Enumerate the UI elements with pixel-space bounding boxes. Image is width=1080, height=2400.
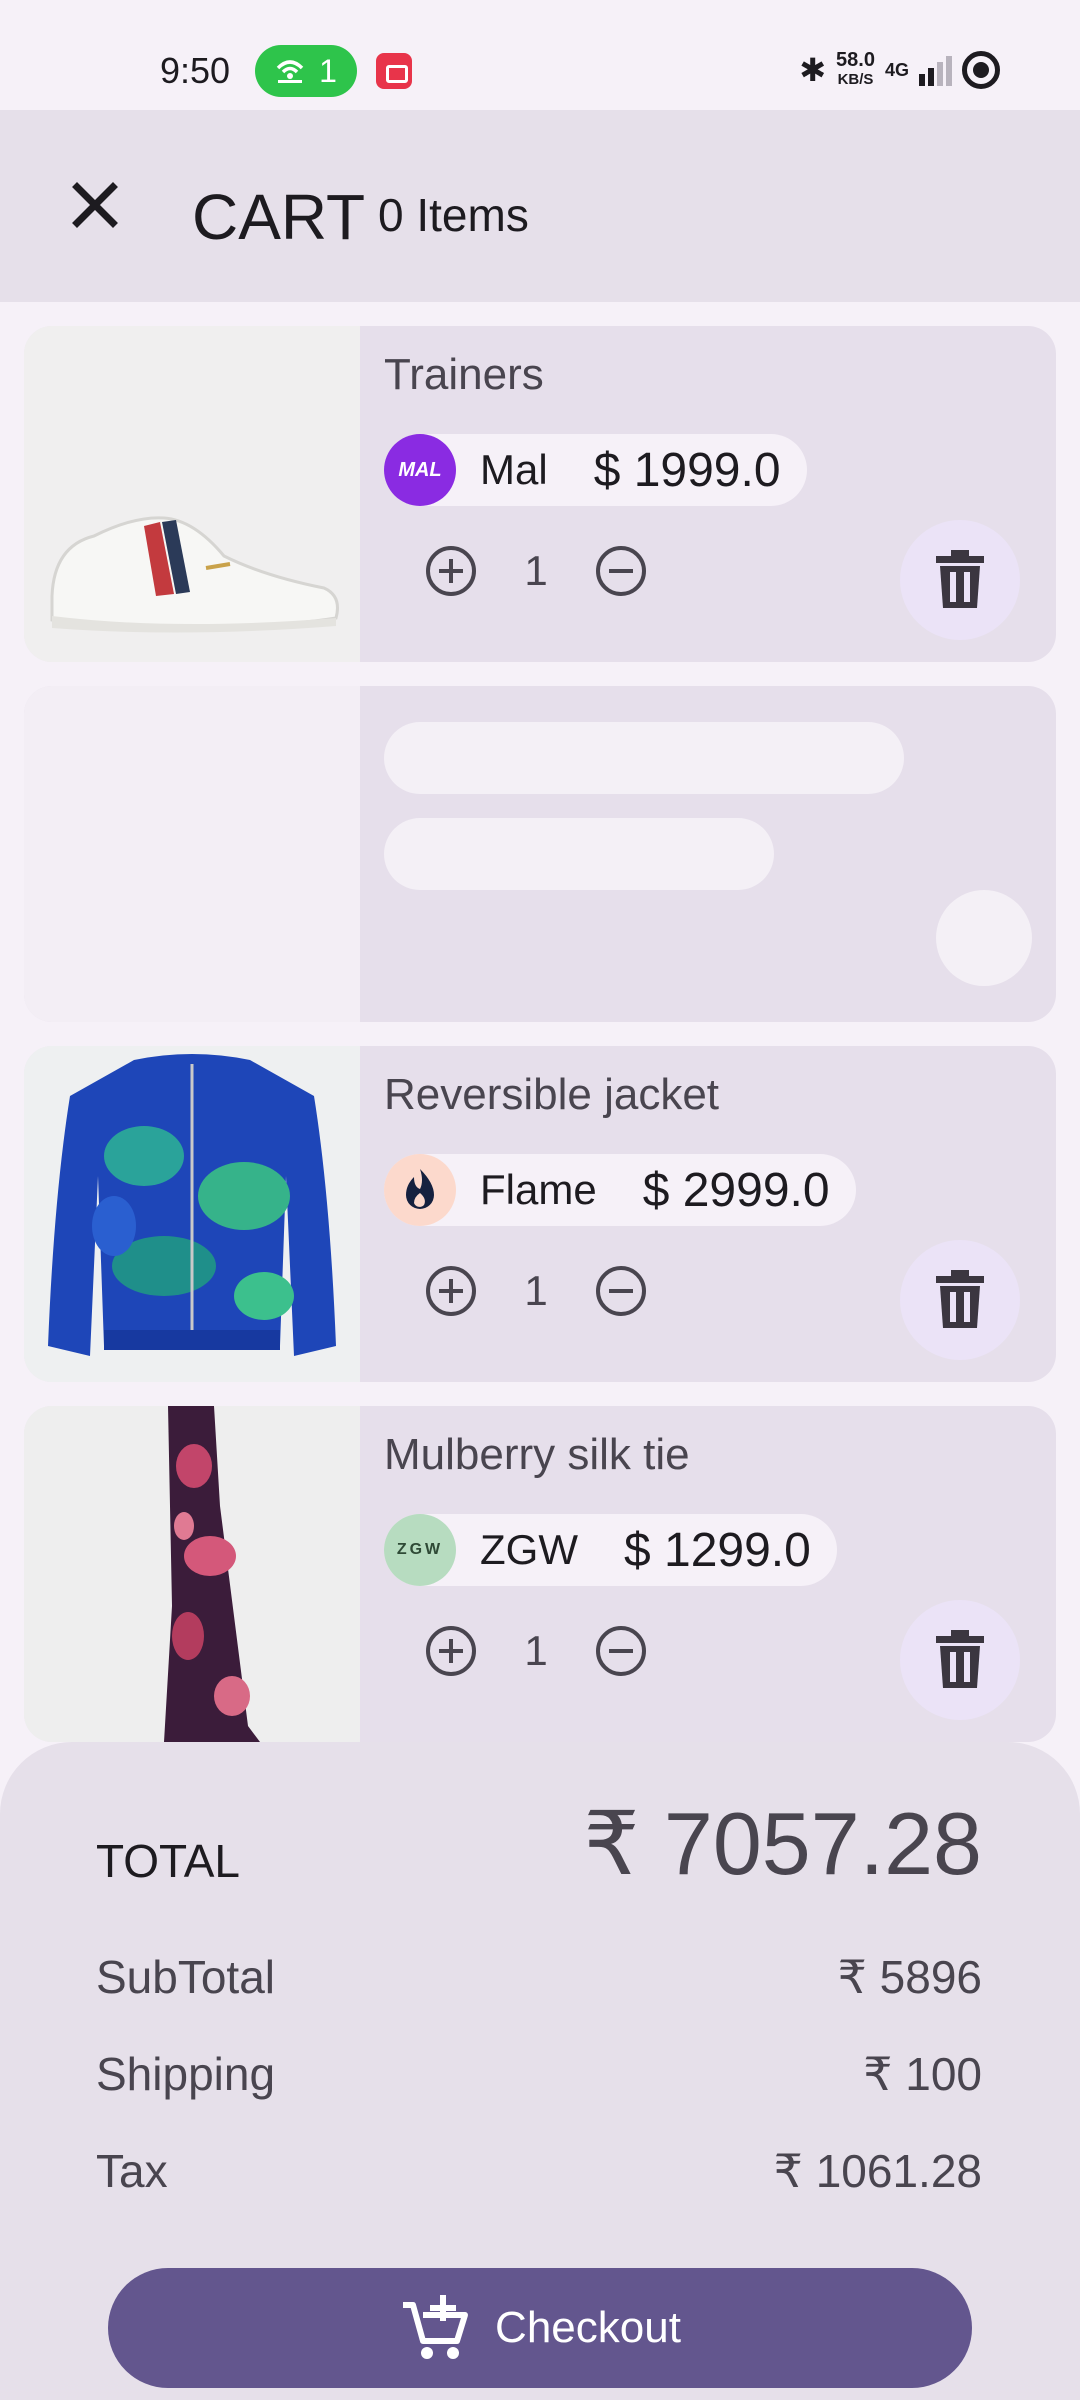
placeholder-circle (936, 890, 1032, 986)
subtotal-label: SubTotal (96, 1951, 276, 2003)
signal-icon (919, 54, 952, 86)
brand-name: ZGW (480, 1526, 578, 1573)
product-name: Mulberry silk tie (384, 1430, 690, 1479)
decrease-quantity-icon[interactable] (594, 544, 648, 598)
tax-label: Tax (96, 2145, 168, 2197)
trash-icon (936, 1270, 984, 1328)
quantity-stepper: 1 (424, 1624, 648, 1678)
status-time: 9:50 (160, 50, 231, 91)
subtotal-row: SubTotal ₹ 5896 (96, 1950, 982, 2004)
page-title: CART (192, 181, 366, 253)
add-shopping-cart-icon (403, 2295, 469, 2359)
trash-icon (936, 1630, 984, 1688)
status-icons: ✱ 58.0 KB/S 4G (799, 50, 1000, 90)
total-label: TOTAL (96, 1835, 240, 1887)
bluetooth-icon: ✱ (799, 52, 827, 88)
total-value: ₹ 7057.28 (583, 1794, 982, 1893)
quantity-value: 1 (524, 547, 548, 594)
top-app-bar: CART 0 Items (0, 110, 1080, 302)
cart-item-card[interactable]: Trainers MAL Mal $ 1999.0 1 (24, 326, 1056, 662)
hotspot-icon (276, 60, 304, 83)
increase-quantity-icon[interactable] (424, 1264, 478, 1318)
brand-chip[interactable]: ZGW ZGW $ 1299.0 (384, 1514, 837, 1586)
quantity-value: 1 (524, 1267, 548, 1314)
shipping-label: Shipping (96, 2048, 276, 2100)
brand-logo: ZGW (384, 1514, 456, 1586)
cart-item-card[interactable]: Mulberry silk tie ZGW ZGW $ 1299.0 1 (24, 1406, 1056, 1742)
status-bar: 9:50 1 ✱ 58.0 KB/S 4G (0, 0, 1080, 110)
network-speed: 58.0 KB/S (836, 49, 875, 88)
brand-name: Flame (480, 1166, 597, 1213)
product-price: $ 1999.0 (593, 443, 781, 497)
shipping-row: Shipping ₹ 100 (96, 2047, 982, 2101)
quantity-stepper: 1 (424, 1264, 648, 1318)
delete-button[interactable] (900, 520, 1020, 640)
cart-item-placeholder (24, 686, 1056, 1022)
placeholder-line (384, 722, 904, 794)
network-type: 4G (884, 59, 909, 80)
product-price: $ 1299.0 (623, 1523, 811, 1577)
increase-quantity-icon[interactable] (424, 1624, 478, 1678)
cart-item-count: 0 Items (378, 189, 529, 241)
close-icon (72, 182, 118, 228)
decrease-quantity-icon[interactable] (594, 1264, 648, 1318)
screen-record-icon (376, 53, 412, 89)
hotspot-count: 1 (319, 52, 337, 89)
product-name: Reversible jacket (384, 1070, 720, 1119)
delete-button[interactable] (900, 1600, 1020, 1720)
product-image-jacket (24, 1046, 360, 1382)
trash-icon (936, 550, 984, 608)
product-image-trainers (24, 326, 360, 662)
close-button[interactable] (60, 170, 130, 240)
order-summary-sheet: TOTAL ₹ 7057.28 SubTotal ₹ 5896 Shipping… (0, 1742, 1080, 2400)
placeholder-image (24, 686, 360, 1022)
increase-quantity-icon[interactable] (424, 544, 478, 598)
brand-chip[interactable]: Flame $ 2999.0 (384, 1154, 856, 1226)
subtotal-value: ₹ 5896 (837, 1951, 982, 2003)
quantity-stepper: 1 (424, 544, 648, 598)
tax-row: Tax ₹ 1061.28 (96, 2144, 982, 2198)
flame-icon (406, 1169, 434, 1209)
checkout-button[interactable]: Checkout (108, 2268, 972, 2388)
hotspot-indicator: 1 (255, 45, 357, 97)
quantity-value: 1 (524, 1627, 548, 1674)
cart-item-card[interactable]: Reversible jacket Flame $ 2999.0 1 (24, 1046, 1056, 1382)
checkout-label: Checkout (495, 2303, 681, 2352)
product-image-tie (24, 1406, 360, 1742)
delete-button[interactable] (900, 1240, 1020, 1360)
brand-logo (384, 1154, 456, 1226)
brand-name: Mal (480, 446, 548, 493)
product-price: $ 2999.0 (642, 1163, 830, 1217)
battery-ring-icon (962, 51, 1000, 89)
shipping-value: ₹ 100 (863, 2048, 982, 2100)
brand-logo: MAL (384, 434, 456, 506)
decrease-quantity-icon[interactable] (594, 1624, 648, 1678)
placeholder-line (384, 818, 774, 890)
tax-value: ₹ 1061.28 (773, 2145, 982, 2197)
product-name: Trainers (384, 350, 544, 399)
brand-chip[interactable]: MAL Mal $ 1999.0 (384, 434, 807, 506)
